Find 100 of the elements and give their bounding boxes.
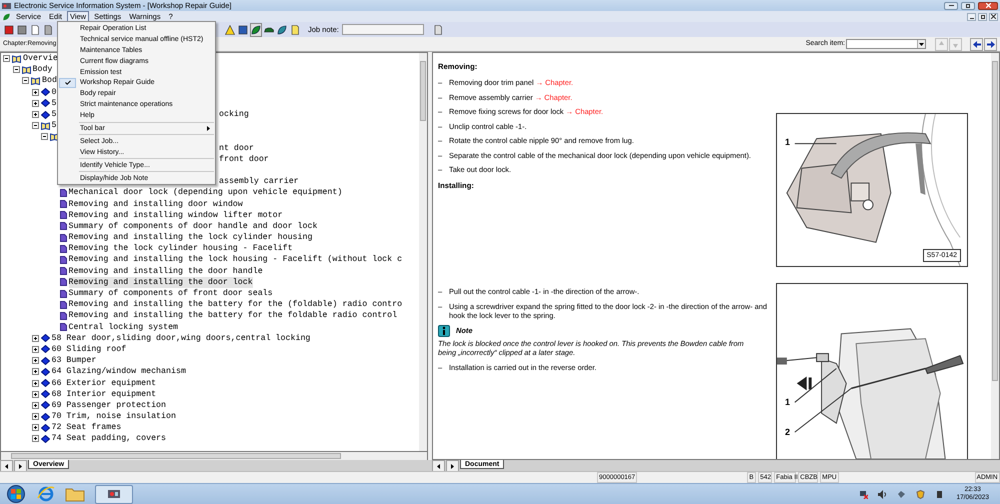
callout-number: 2 (785, 428, 790, 437)
callout-number: 1 (785, 398, 790, 407)
tree-item[interactable]: 5 (52, 109, 56, 120)
tree-item[interactable]: Removing and installing window lifter motor (68, 210, 283, 221)
book-icon[interactable] (276, 22, 288, 36)
expand-icon[interactable] (32, 346, 38, 353)
tree-item[interactable]: Removing and installing the door lock (68, 276, 253, 288)
tree-item[interactable]: 64 Glazing/window mechanism (52, 366, 186, 378)
pen-icon[interactable] (42, 22, 54, 36)
tree-item[interactable]: 0 (52, 86, 56, 98)
restore-button[interactable] (961, 2, 975, 10)
expand-icon[interactable] (32, 357, 38, 364)
collapse-icon[interactable] (41, 133, 48, 140)
check-icon (64, 80, 70, 86)
book-icon (31, 76, 40, 85)
tree-item[interactable]: 60 Sliding roof (52, 344, 126, 355)
tray-icon[interactable] (897, 490, 906, 498)
leaf-icon (2, 12, 11, 20)
collapse-icon[interactable] (12, 66, 20, 74)
tree-item[interactable]: 5 (52, 120, 56, 132)
tree-item[interactable]: 68 Interior equipment (52, 388, 156, 400)
expand-icon[interactable] (32, 88, 38, 96)
callout-number: 1 (785, 138, 790, 147)
tree-item[interactable]: 58 Rear door,sliding door,wing doors,central locking (52, 332, 310, 344)
expand-icon[interactable] (32, 413, 38, 420)
document-icon[interactable] (29, 22, 41, 36)
minimize-button[interactable] (967, 12, 976, 20)
tree-item[interactable]: 70 Trim, noise insulation (52, 411, 176, 422)
close-icon (986, 3, 990, 8)
tree-item[interactable]: Summary of components of door handle and door lock (68, 220, 318, 232)
tree-item[interactable]: Summary of components of front door seals (68, 288, 273, 300)
tree-item[interactable]: 74 Seat padding, covers (52, 433, 166, 444)
expand-icon[interactable] (32, 111, 38, 118)
expand-icon[interactable] (32, 402, 38, 409)
tree-item[interactable]: Removing and installing the door handle (68, 266, 263, 277)
save-icon[interactable] (237, 22, 249, 36)
book-icon (12, 54, 21, 63)
tree-item[interactable]: front door (219, 154, 269, 165)
leaf-icon[interactable] (250, 22, 262, 36)
shield-icon[interactable] (916, 490, 926, 498)
close-button[interactable] (989, 12, 998, 20)
job-note-field[interactable] (342, 24, 424, 35)
tree-item[interactable]: Removing the lock cylinder housing - Facelift (68, 243, 293, 254)
browser-icon[interactable] (37, 486, 55, 502)
right-arrow-icon (986, 40, 994, 48)
expand-icon[interactable] (32, 380, 38, 387)
scrollbar[interactable] (991, 53, 999, 459)
tree-item[interactable]: nt door (219, 142, 254, 154)
tree-item[interactable]: Removing and installing the battery for the foldable radio control (68, 310, 398, 322)
restore-button[interactable] (978, 12, 987, 20)
submenu-arrow-icon (207, 126, 210, 131)
next-button[interactable] (984, 38, 997, 50)
close-button[interactable] (978, 2, 998, 10)
info-icon (438, 325, 450, 337)
network-icon[interactable] (859, 490, 868, 498)
tree-item[interactable]: Removing and installing the lock cylinder housing (68, 232, 312, 244)
speaker-icon[interactable] (878, 490, 888, 498)
tree-item[interactable]: 66 Exterior equipment (52, 378, 156, 389)
exit-icon[interactable] (3, 22, 15, 36)
scrollbar[interactable] (0, 452, 428, 460)
right-triangle-icon (451, 464, 454, 469)
minimize-button[interactable] (944, 2, 958, 10)
tree-item[interactable]: assembly carrier (219, 176, 299, 188)
caret-icon (919, 42, 924, 46)
note-icon[interactable] (432, 22, 444, 36)
tree-item[interactable]: 69 Passenger protection (52, 400, 166, 411)
tree-item[interactable]: Overvie (23, 53, 58, 64)
tree-item[interactable]: 63 Bumper (52, 355, 96, 366)
collapse-icon[interactable] (22, 77, 29, 84)
device-icon[interactable] (935, 490, 944, 498)
tree-item[interactable]: Bod (42, 75, 57, 86)
left-triangle-icon (5, 464, 8, 469)
printer-icon[interactable] (16, 22, 28, 36)
taskbar-app-button[interactable] (95, 484, 133, 504)
tree-item[interactable]: Central locking system (68, 322, 178, 333)
tree-item[interactable]: Removing and installing door window (68, 198, 243, 210)
tree-item[interactable]: Removing and installing the lock housing - Facelift (without lock c (68, 254, 402, 266)
expand-icon[interactable] (32, 435, 38, 442)
tree-item[interactable]: 5 (52, 98, 56, 109)
expand-icon[interactable] (32, 368, 38, 376)
tree-item[interactable]: Body (32, 64, 52, 76)
tree-item[interactable]: Removing and installing the battery for the (foldable) radio contro (68, 299, 402, 310)
search-field[interactable] (846, 39, 926, 49)
collapse-icon[interactable] (3, 55, 10, 62)
tree-item[interactable]: Mechanical door lock (depending upon vehicle equipment) (68, 187, 342, 198)
collapse-icon[interactable] (32, 122, 38, 130)
tree-item[interactable]: 72 Seat frames (52, 422, 122, 434)
start-button[interactable] (5, 485, 27, 503)
warning-icon[interactable] (224, 22, 236, 36)
expand-icon[interactable] (32, 424, 38, 432)
previous-button[interactable] (970, 38, 983, 50)
book-icon (40, 122, 50, 130)
left-triangle-icon (437, 464, 440, 469)
close-icon (991, 14, 996, 19)
app-icon (107, 488, 121, 500)
expand-icon[interactable] (32, 390, 38, 398)
tree-item[interactable]: ocking (219, 109, 249, 120)
scrollbar[interactable] (419, 53, 427, 451)
expand-icon[interactable] (32, 100, 38, 107)
expand-icon[interactable] (32, 334, 38, 342)
